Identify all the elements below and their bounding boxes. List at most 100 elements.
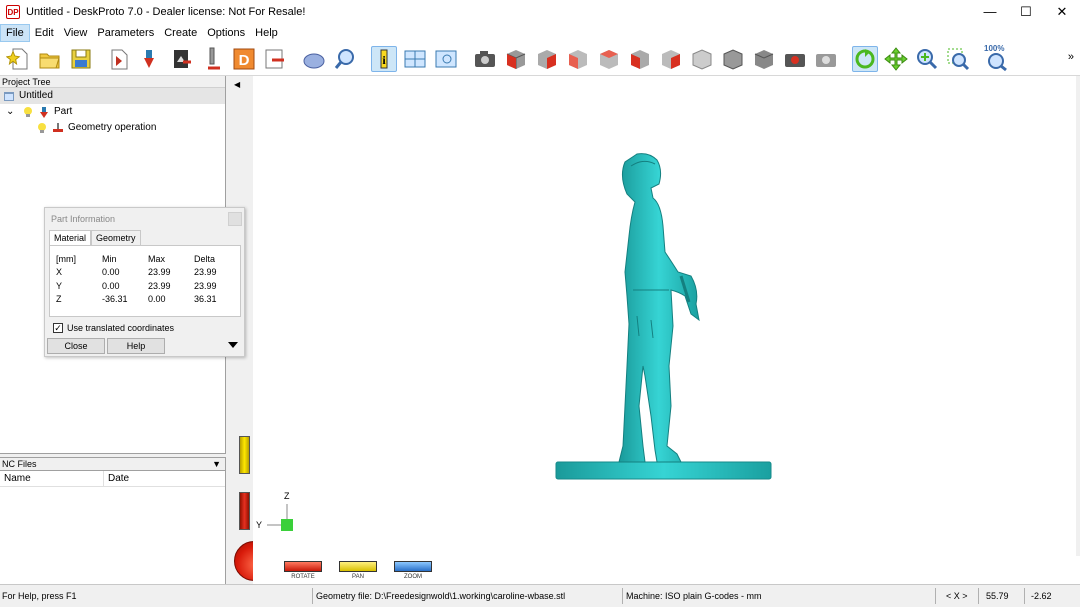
tree-item-project[interactable]: Untitled [0, 88, 225, 104]
expand-dialog-icon[interactable] [228, 342, 238, 348]
menu-file[interactable]: File [0, 24, 30, 42]
view-left-icon[interactable] [596, 46, 622, 72]
lightbulb-icon[interactable] [36, 122, 48, 134]
view-top-icon[interactable] [658, 46, 684, 72]
table-cell: Z [56, 294, 62, 305]
zoom-100-icon[interactable]: 100% [984, 44, 1010, 72]
close-button[interactable]: ✕ [1044, 0, 1080, 24]
checkbox-box[interactable]: ✓ [53, 323, 63, 333]
tab-material[interactable]: Material [49, 230, 92, 245]
zoom-window-icon[interactable] [945, 46, 971, 72]
lightbulb-icon[interactable] [22, 106, 34, 118]
dialog-title-bar[interactable]: Part Information [45, 208, 244, 230]
menu-options[interactable]: Options [202, 24, 250, 42]
main-toolbar: D i 100% » [0, 42, 1080, 76]
deskproto-window: DP Untitled - DeskProto 7.0 - Dealer lic… [0, 0, 1080, 607]
add-bitmap-icon[interactable] [169, 46, 195, 72]
menu-help[interactable]: Help [250, 24, 283, 42]
status-nav[interactable]: < X > [944, 585, 978, 607]
table-header-row: [mm] Min Max Delta [56, 252, 234, 266]
open-folder-icon[interactable] [37, 46, 63, 72]
part-icon [38, 106, 50, 118]
close-dialog-button[interactable]: Close [47, 338, 105, 354]
nc-files-title: NC Files [2, 459, 37, 469]
view-solid-icon[interactable] [720, 46, 746, 72]
rotate-tool-icon[interactable] [852, 45, 878, 72]
help-button[interactable]: Help [107, 338, 165, 354]
preview-search-icon[interactable] [332, 46, 358, 72]
cutter-icon[interactable] [200, 46, 226, 72]
column-header-date[interactable]: Date [104, 471, 224, 486]
status-machine: Machine: ISO plain G-codes - mm [626, 591, 762, 601]
dropdown-arrow-icon[interactable]: ▼ [212, 458, 221, 471]
dimension-table: [mm] Min Max Delta X 0.00 23.99 23.99 Y … [56, 252, 234, 306]
contrast-slider[interactable] [239, 492, 250, 530]
table-row: Y 0.00 23.99 23.99 [56, 279, 234, 293]
view-window-icon[interactable] [433, 46, 459, 72]
table-row: X 0.00 23.99 23.99 [56, 266, 234, 280]
load-geometry-icon[interactable] [107, 46, 133, 72]
new-file-icon[interactable] [5, 46, 32, 72]
table-header-cell: Min [102, 253, 117, 264]
axis-label-z: Z [284, 491, 290, 501]
write-nc-icon[interactable] [262, 46, 288, 72]
view-front-icon[interactable] [534, 46, 560, 72]
layout-grid-icon[interactable] [402, 46, 428, 72]
save-icon[interactable] [68, 46, 94, 72]
use-translated-coordinates-checkbox[interactable]: ✓ Use translated coordinates [53, 323, 174, 333]
zoom-tool-icon[interactable] [914, 46, 940, 72]
app-logo-icon: DP [6, 5, 20, 19]
pan-control[interactable] [339, 561, 377, 572]
status-coord-x: 55.79 [986, 591, 1009, 601]
camera-grey-icon[interactable] [813, 46, 839, 72]
nc-files-header[interactable]: NC Files ▼ [0, 458, 225, 471]
dialog-close-icon[interactable] [228, 212, 242, 226]
column-header-name[interactable]: Name [0, 471, 104, 486]
tree-item-part[interactable]: ⌄ Part [0, 104, 225, 120]
operation-icon [52, 122, 64, 134]
view-bottom-icon[interactable] [689, 46, 715, 72]
tree-item-label: Part [54, 106, 73, 117]
menu-create[interactable]: Create [159, 24, 202, 42]
table-cell: 23.99 [194, 267, 217, 278]
view-right-icon[interactable] [627, 46, 653, 72]
status-help: For Help, press F1 [2, 591, 77, 601]
nc-files-columns: Name Date [0, 471, 225, 487]
tree-item-geometry-operation[interactable]: Geometry operation [0, 120, 225, 136]
title-bar: DP Untitled - DeskProto 7.0 - Dealer lic… [0, 0, 1080, 24]
menu-edit[interactable]: Edit [30, 24, 59, 42]
camera-icon[interactable] [472, 46, 498, 72]
tab-geometry[interactable]: Geometry [91, 230, 141, 245]
simulation-icon[interactable] [301, 46, 327, 72]
dialog-tabs: Material Geometry [49, 230, 244, 245]
collapse-panel-icon[interactable]: ◀ [234, 80, 240, 89]
nc-files-panel: NC Files ▼ Name Date [0, 457, 226, 584]
toolbar-overflow-button[interactable]: » [1068, 51, 1074, 63]
dimension-table-panel: [mm] Min Max Delta X 0.00 23.99 23.99 Y … [49, 245, 241, 317]
view-iso-icon[interactable] [503, 46, 529, 72]
axis-triad: Z Y [256, 491, 293, 531]
table-cell: 23.99 [194, 280, 217, 291]
add-part-icon[interactable] [138, 46, 164, 72]
brightness-slider[interactable] [239, 436, 250, 474]
table-cell: Y [56, 280, 63, 291]
view-shaded-icon[interactable] [751, 46, 777, 72]
chevron-down-icon[interactable]: ⌄ [6, 104, 18, 120]
maximize-button[interactable]: ☐ [1008, 0, 1044, 24]
window-controls: — ☐ ✕ [972, 0, 1080, 24]
menu-parameters[interactable]: Parameters [92, 24, 159, 42]
rotate-control[interactable] [284, 561, 322, 572]
table-cell: 0.00 [102, 267, 120, 278]
zoom-control[interactable] [394, 561, 432, 572]
table-cell: -36.31 [102, 294, 128, 305]
part-information-dialog: Part Information Material Geometry [mm] … [44, 207, 245, 357]
menu-view[interactable]: View [59, 24, 93, 42]
3d-viewport[interactable] [253, 76, 1076, 556]
view-back-icon[interactable] [565, 46, 591, 72]
table-cell: 0.00 [148, 294, 166, 305]
minimize-button[interactable]: — [972, 0, 1008, 24]
camera-red-icon[interactable] [782, 46, 808, 72]
info-icon[interactable]: i [371, 45, 397, 72]
d-operation-icon[interactable]: D [231, 46, 257, 72]
pan-tool-icon[interactable] [883, 46, 909, 72]
